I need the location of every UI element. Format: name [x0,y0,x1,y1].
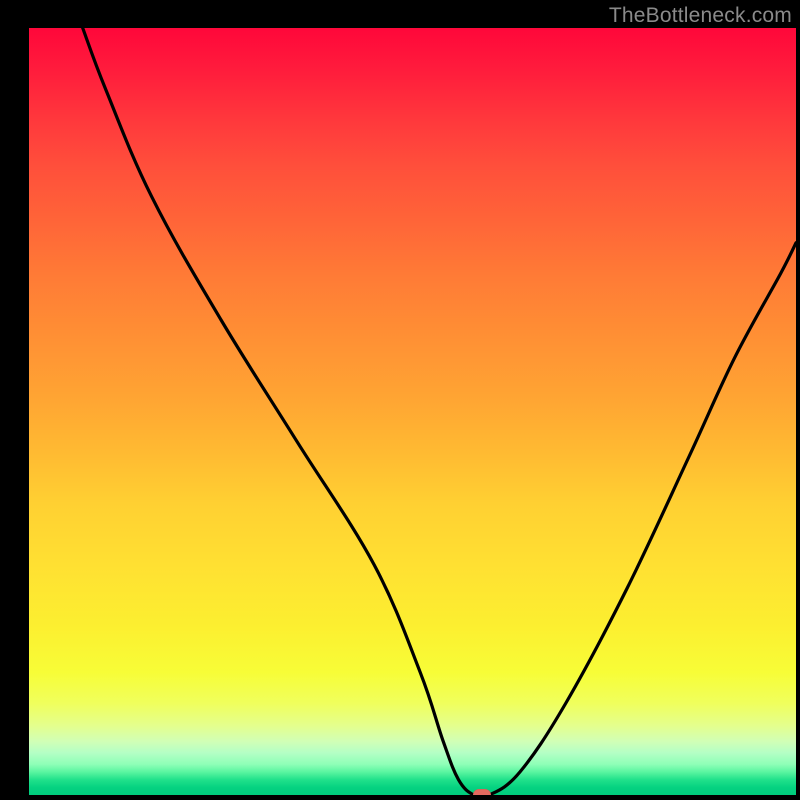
bottom-mask [29,795,796,800]
curve-path [83,28,796,795]
plot-area [29,28,796,795]
watermark-text: TheBottleneck.com [609,4,792,28]
chart-container: TheBottleneck.com [0,0,800,800]
bottleneck-curve [29,28,796,795]
